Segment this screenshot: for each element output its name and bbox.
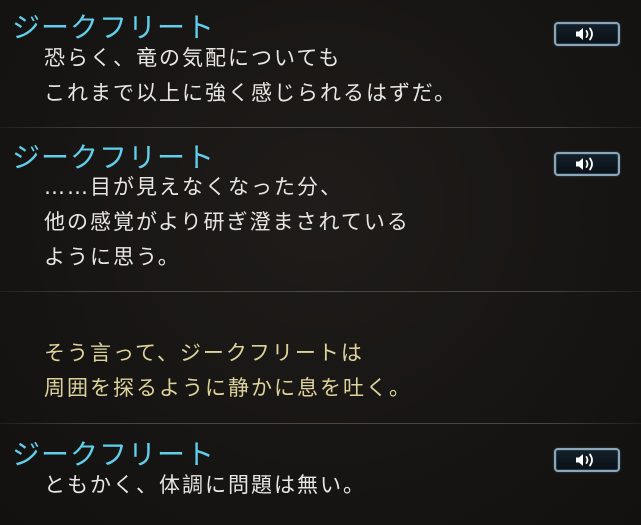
entry-divider <box>0 291 641 292</box>
dialogue-line: ……目が見えなくなった分、 <box>44 175 343 199</box>
speaker-icon <box>576 27 593 41</box>
dialogue-line: 恐らく、竜の気配についても <box>44 46 342 70</box>
narration-line: そう言って、ジークフリートは <box>44 341 364 365</box>
speaker-icon <box>576 157 593 171</box>
entry-divider <box>0 423 641 424</box>
dialogue-line: ともかく、体調に問題は無い。 <box>44 473 366 497</box>
dialogue-line: ように思う。 <box>44 245 181 269</box>
speaker-name: ジークフリート <box>12 438 216 471</box>
dialogue-text: 恐らく、竜の気配についても これまで以上に強く感じられるはずだ。 <box>44 41 457 111</box>
dialogue-text: ともかく、体調に問題は無い。 <box>44 468 366 503</box>
backlog-panel[interactable]: ジークフリート 恐らく、竜の気配についても これまで以上に強く感じられるはずだ。… <box>0 0 641 525</box>
speaker-name: ジークフリート <box>12 141 216 174</box>
entry-divider <box>0 127 641 128</box>
voice-replay-button[interactable] <box>554 448 620 472</box>
voice-replay-button[interactable] <box>554 152 620 176</box>
narration-text: そう言って、ジークフリートは 周囲を探るように静かに息を吐く。 <box>44 336 412 406</box>
speaker-name: ジークフリート <box>12 11 216 44</box>
voice-replay-button[interactable] <box>554 22 620 46</box>
dialogue-text: ……目が見えなくなった分、 他の感覚がより研ぎ澄まされている ように思う。 <box>44 170 410 275</box>
dialogue-line: これまで以上に強く感じられるはずだ。 <box>44 81 458 105</box>
speaker-icon <box>576 453 593 467</box>
dialogue-line: 他の感覚がより研ぎ澄まされている <box>44 210 410 234</box>
narration-line: 周囲を探るように静かに息を吐く。 <box>44 376 412 400</box>
